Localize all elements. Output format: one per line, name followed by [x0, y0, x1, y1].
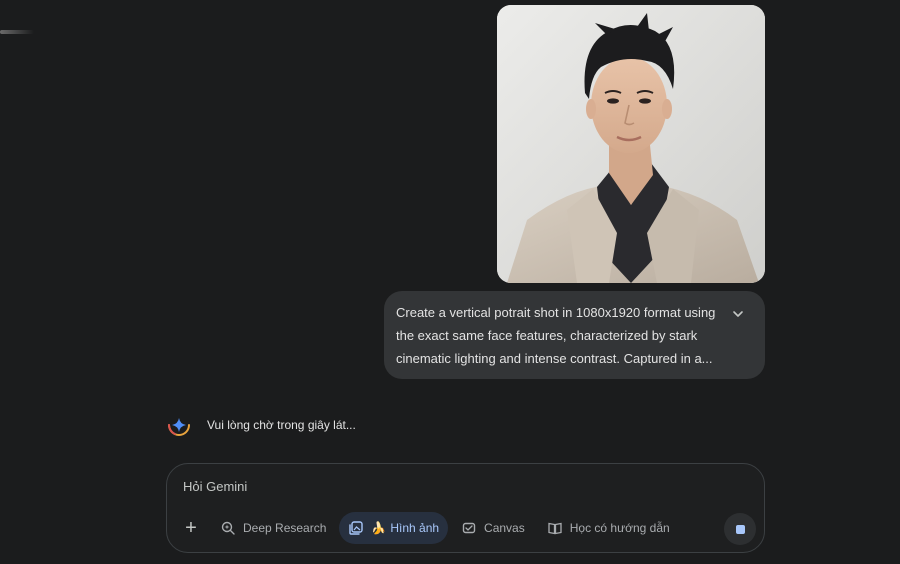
guided-learning-label: Học có hướng dẫn	[569, 521, 670, 535]
guided-learning-button[interactable]: Học có hướng dẫn	[538, 512, 679, 544]
prompt-line: Create a vertical potrait shot in 1080x1…	[396, 305, 716, 320]
prompt-line: the exact same face features, characteri…	[396, 328, 698, 343]
status-text: Vui lòng chờ trong giây lát...	[207, 418, 356, 432]
sidebar-edge-indicator	[0, 30, 34, 34]
book-icon	[547, 520, 563, 536]
tool-row: + Deep Research 🍌 Hình ảnh Canvas Học có…	[175, 512, 679, 544]
canvas-icon	[461, 520, 477, 536]
add-button[interactable]: +	[175, 512, 207, 544]
image-tool-label: Hình ảnh	[390, 521, 440, 535]
user-prompt-bubble: Create a vertical potrait shot in 1080x1…	[384, 291, 765, 379]
image-tool-button[interactable]: 🍌 Hình ảnh	[339, 512, 449, 544]
portrait-photo	[497, 5, 765, 283]
image-gallery-icon	[348, 520, 364, 536]
gemini-spark-icon	[165, 411, 193, 439]
prompt-line: cinematic lighting and intense contrast.…	[396, 351, 713, 366]
chevron-down-icon[interactable]	[731, 307, 745, 321]
stop-icon	[735, 524, 745, 534]
deep-research-button[interactable]: Deep Research	[211, 512, 335, 544]
deep-research-label: Deep Research	[243, 521, 327, 535]
uploaded-image[interactable]	[497, 5, 765, 283]
banana-icon: 🍌	[371, 521, 387, 535]
prompt-input-box[interactable]: Hỏi Gemini + Deep Research 🍌 Hình ảnh Ca…	[166, 463, 765, 553]
prompt-input[interactable]: Hỏi Gemini	[183, 479, 247, 494]
canvas-button[interactable]: Canvas	[452, 512, 534, 544]
stop-button[interactable]	[724, 513, 756, 545]
deep-research-icon	[220, 520, 236, 536]
canvas-label: Canvas	[484, 521, 525, 535]
plus-icon: +	[185, 516, 197, 539]
response-status: Vui lòng chờ trong giây lát...	[165, 410, 356, 440]
gemini-chat-page: Create a vertical potrait shot in 1080x1…	[0, 0, 900, 564]
